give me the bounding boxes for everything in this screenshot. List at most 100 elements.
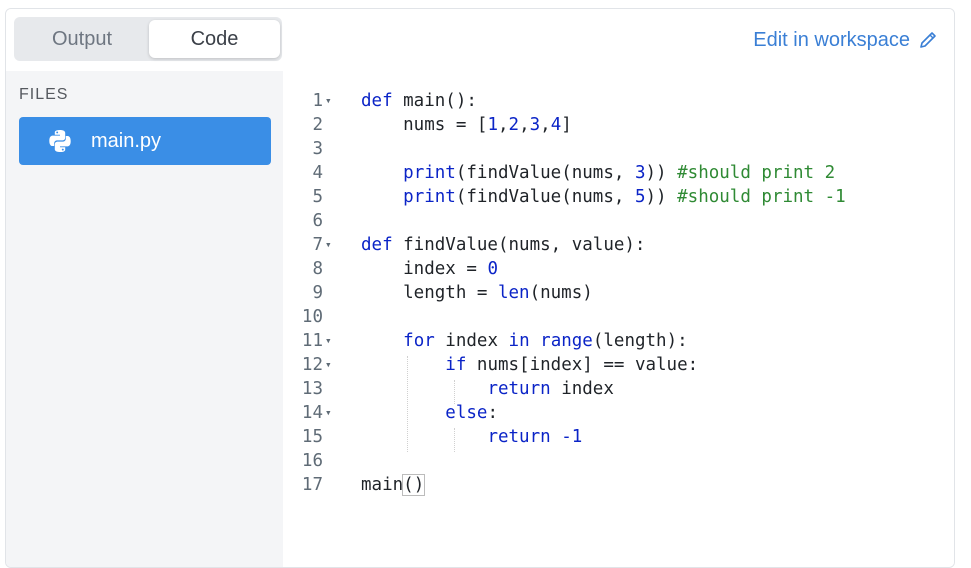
line-number: 3: [312, 139, 323, 159]
code-token: #should print -1: [677, 187, 846, 207]
code-token: ]: [561, 115, 572, 135]
file-name: main.py: [91, 129, 162, 152]
code-line: 9 length = len(nums): [283, 281, 954, 305]
code-token: nums[index] == value:: [466, 355, 699, 375]
code-token: nums = [: [361, 115, 488, 135]
code-token: in: [508, 331, 530, 351]
code-line: 6: [283, 209, 954, 233]
code-text: def findValue(nums, value):: [361, 233, 645, 257]
code-token: 3: [634, 163, 646, 183]
line-number: 9: [312, 283, 323, 303]
code-token: for: [403, 331, 435, 351]
code-text: return index: [361, 377, 614, 401]
code-token: def: [361, 235, 393, 255]
line-number: 12: [301, 355, 323, 375]
code-text: print(findValue(nums, 3)) #should print …: [361, 161, 835, 185]
code-line: 3: [283, 137, 954, 161]
code-line: 7 ▾ def findValue(nums, value):: [283, 233, 954, 257]
code-token: main: [361, 475, 404, 495]
code-token: (length):: [592, 331, 688, 351]
file-item-main-py[interactable]: main.py: [19, 117, 271, 165]
code-token: ,: [497, 115, 509, 135]
code-token: findValue(nums, value):: [392, 235, 646, 255]
code-line: 14 ▾ else:: [283, 401, 954, 425]
edit-in-workspace-label: Edit in workspace: [753, 28, 910, 51]
code-text: print(findValue(nums, 5)) #should print …: [361, 185, 846, 209]
code-token: 5: [634, 187, 646, 207]
fold-toggle-icon[interactable]: ▾: [325, 353, 337, 377]
code-token: -1: [561, 427, 583, 447]
python-icon: [49, 130, 71, 152]
fold-toggle-icon[interactable]: ▾: [325, 89, 337, 113]
files-heading: FILES: [19, 86, 69, 103]
pencil-icon: [920, 32, 936, 48]
code-token: return: [487, 379, 551, 399]
code-token: print: [403, 187, 456, 207]
code-token: print: [403, 163, 456, 183]
code-token: 3: [529, 115, 541, 135]
line-number: 8: [312, 259, 323, 279]
line-number: 6: [312, 211, 323, 231]
code-line: 4 print(findValue(nums, 3)) #should prin…: [283, 161, 954, 185]
line-number: 10: [301, 307, 323, 327]
code-token: return: [487, 427, 551, 447]
code-token: :: [487, 403, 498, 423]
code-token: (): [402, 474, 426, 496]
code-line: 2 nums = [1,2,3,4]: [283, 113, 954, 137]
code-token: 1: [487, 115, 498, 135]
code-line: 15 return -1: [283, 425, 954, 449]
code-editor[interactable]: 1 ▾ def main(): 2 nums = [1,2,3,4] 3 4 print(…: [283, 71, 954, 567]
tab-code[interactable]: Code: [149, 20, 280, 58]
code-token: (findValue(nums,: [455, 163, 635, 183]
code-token: index: [434, 331, 509, 351]
code-text: main(): [361, 473, 426, 497]
code-token: index: [550, 379, 614, 399]
code-text: index = 0: [361, 257, 498, 281]
code-line: 8 index = 0: [283, 257, 954, 281]
code-token: (findValue(nums,: [455, 187, 635, 207]
fold-toggle-icon[interactable]: ▾: [325, 233, 337, 257]
code-token: 0: [487, 259, 498, 279]
code-token: length =: [361, 283, 498, 303]
code-token: 2: [508, 115, 520, 135]
code-line: 5 print(findValue(nums, 5)) #should prin…: [283, 185, 954, 209]
code-line: 1 ▾ def main():: [283, 89, 954, 113]
top-bar: Output Code Edit in workspace: [6, 9, 954, 72]
tab-output[interactable]: Output: [18, 20, 146, 58]
line-number: 11: [301, 331, 323, 351]
line-number: 17: [301, 475, 323, 495]
line-number: 1: [312, 91, 323, 111]
code-token: )): [645, 163, 678, 183]
code-token: 4: [550, 115, 562, 135]
line-number: 14: [301, 403, 323, 423]
code-text: nums = [1,2,3,4]: [361, 113, 572, 137]
code-line: 17 main(): [283, 473, 954, 497]
edit-in-workspace-link[interactable]: Edit in workspace: [753, 27, 938, 53]
code-token: #should print 2: [677, 163, 836, 183]
line-number: 15: [301, 427, 323, 447]
code-text: else:: [361, 401, 498, 425]
code-text: return -1: [361, 425, 582, 449]
file-sidebar: FILES main.py: [6, 71, 283, 567]
code-line: 12 ▾ if nums[index] == value:: [283, 353, 954, 377]
code-text: if nums[index] == value:: [361, 353, 698, 377]
code-token: ,: [540, 115, 551, 135]
fold-toggle-icon[interactable]: ▾: [325, 329, 337, 353]
code-text: for index in range(length):: [361, 329, 688, 353]
line-number: 2: [312, 115, 323, 135]
fold-toggle-icon[interactable]: ▾: [325, 401, 337, 425]
code-token: )): [645, 187, 678, 207]
code-token: (nums): [529, 283, 593, 303]
line-number: 4: [312, 163, 323, 183]
code-line: 13 return index: [283, 377, 954, 401]
code-line: 16: [283, 449, 954, 473]
code-line: 11 ▾ for index in range(length):: [283, 329, 954, 353]
